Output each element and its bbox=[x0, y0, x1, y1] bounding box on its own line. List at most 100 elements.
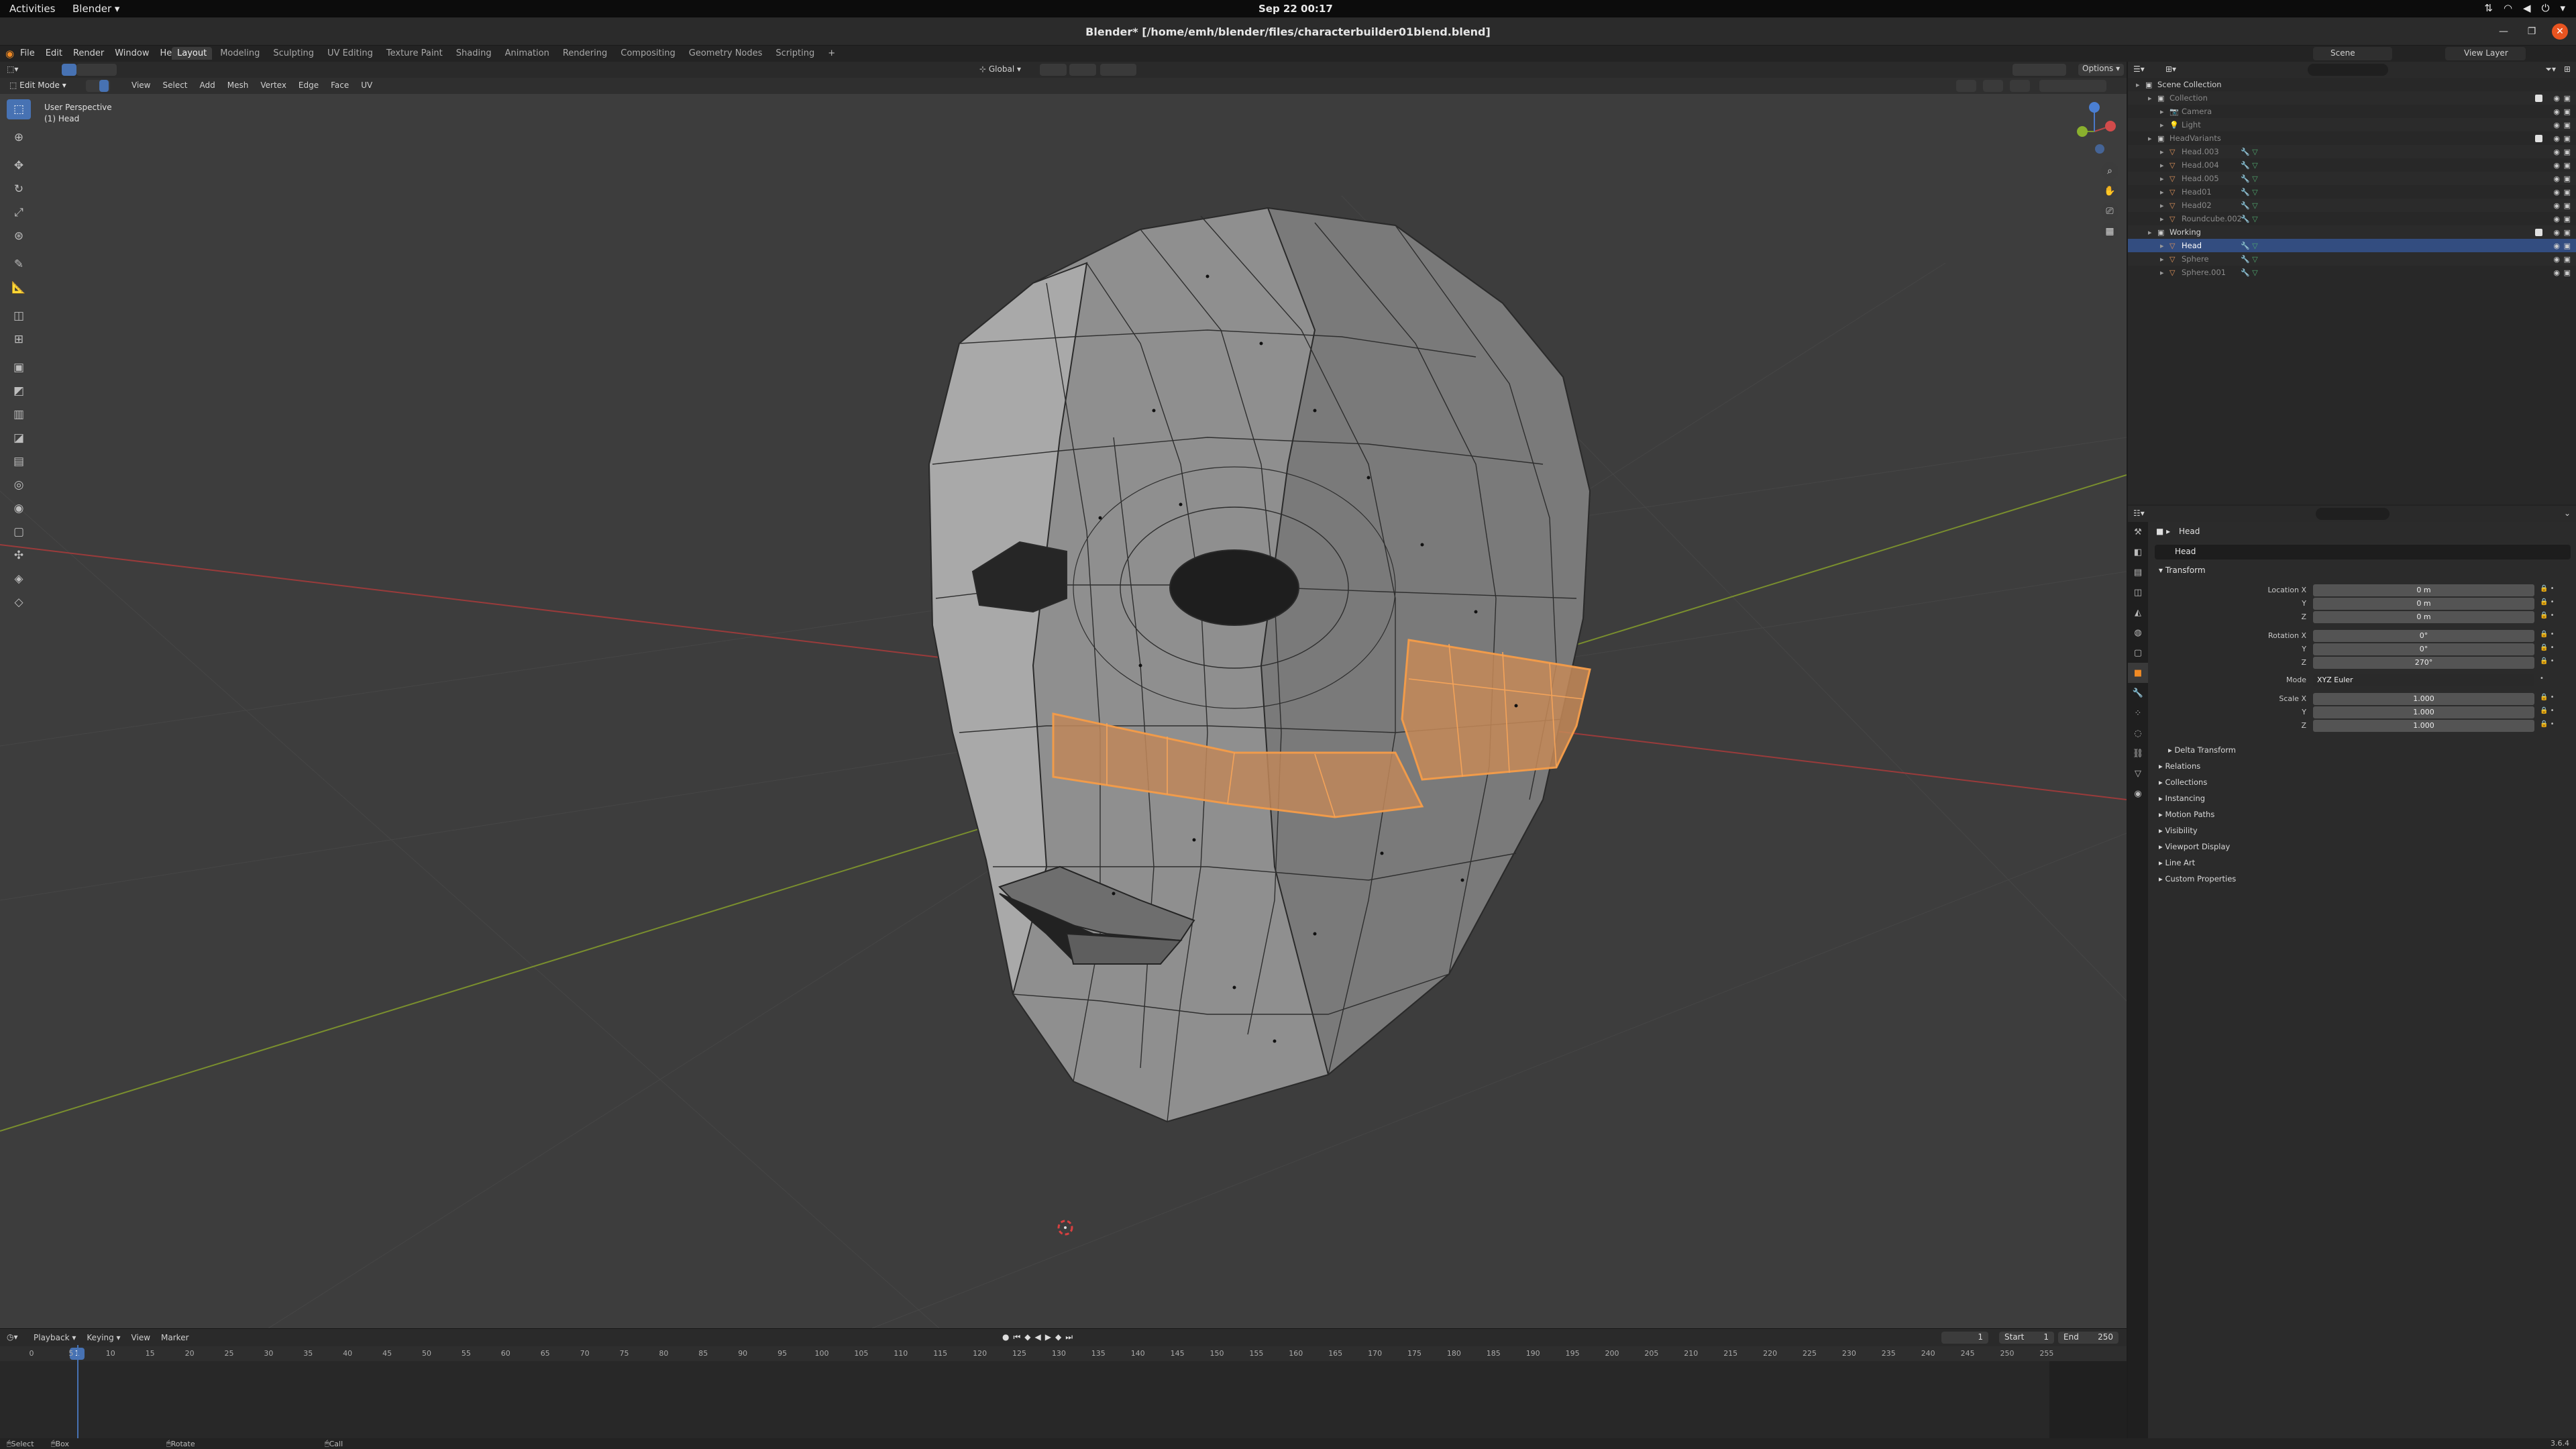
modifier-icon[interactable]: 🔧 ▽ bbox=[2241, 255, 2258, 264]
expand-arrow-icon[interactable]: ▸ bbox=[2160, 188, 2164, 197]
keyframe-icon[interactable]: 🔒 • bbox=[2540, 720, 2555, 728]
record-icon[interactable]: ● bbox=[1002, 1332, 1009, 1342]
render-camera-icon[interactable]: ▣ bbox=[2564, 94, 2571, 103]
keyframe-icon[interactable]: 🔒 • bbox=[2540, 707, 2555, 714]
outliner-editor-type-icon[interactable]: ☰▾ bbox=[2133, 64, 2145, 74]
properties-editor[interactable]: ☷▾ ⌄ ⚒ ◧ ▤ ◫ ◭ ◍ ▢ ■ 🔧 ⁘ ◌ ⛓ ▽ ◉ ■ ▸ Hea… bbox=[2128, 506, 2576, 1438]
add-workspace-button[interactable]: + bbox=[822, 47, 841, 60]
scale-x-field[interactable]: 1.000 bbox=[2313, 693, 2534, 705]
pivot-point-selector[interactable] bbox=[1040, 64, 1067, 76]
tab-scripting[interactable]: Scripting bbox=[770, 47, 820, 60]
menu-edit[interactable]: Edit bbox=[46, 48, 62, 58]
properties-search-input[interactable] bbox=[2316, 508, 2390, 520]
exclude-checkbox[interactable] bbox=[2535, 228, 2542, 236]
viewport-menu-view[interactable]: View bbox=[131, 80, 150, 90]
scale-y-field[interactable]: 1.000 bbox=[2313, 706, 2534, 718]
pan-view-icon[interactable]: ✋ bbox=[2101, 182, 2118, 200]
render-camera-icon[interactable]: ▣ bbox=[2564, 201, 2571, 210]
shrink-fatten-tool-icon[interactable]: ✣ bbox=[7, 545, 31, 566]
render-camera-icon[interactable]: ▣ bbox=[2564, 268, 2571, 277]
prev-keyframe-icon[interactable]: ◆ bbox=[1024, 1332, 1030, 1342]
head-mesh[interactable] bbox=[928, 207, 1591, 1123]
outliner-row[interactable]: ▸ 💡 Light ◉ ▣ bbox=[2128, 118, 2576, 131]
expand-arrow-icon[interactable]: ▸ bbox=[2160, 255, 2164, 264]
shading-modes[interactable] bbox=[2039, 80, 2106, 92]
playhead-line[interactable] bbox=[77, 1345, 78, 1439]
panel-instancing[interactable]: ▸ Instancing bbox=[2152, 790, 2572, 806]
loop-cut-tool-icon[interactable]: ▥ bbox=[7, 405, 31, 425]
tab-animation[interactable]: Animation bbox=[500, 47, 555, 60]
panel-line-art[interactable]: ▸ Line Art bbox=[2152, 855, 2572, 871]
mode-selector[interactable]: ⬚ Edit Mode ▾ bbox=[9, 80, 66, 90]
filter-icon[interactable]: ⏷▾ bbox=[2545, 64, 2556, 74]
modifier-icon[interactable]: 🔧 ▽ bbox=[2241, 241, 2258, 250]
play-icon[interactable]: ▶ bbox=[1045, 1332, 1051, 1342]
viewport-menu-add[interactable]: Add bbox=[200, 80, 215, 90]
tab-sculpting[interactable]: Sculpting bbox=[268, 47, 319, 60]
select-modes[interactable] bbox=[76, 64, 117, 76]
rotate-tool-icon[interactable]: ↻ bbox=[7, 179, 31, 199]
add-cube-tool-icon[interactable]: ◫ bbox=[7, 306, 31, 326]
view-layer-tab-icon[interactable]: ◫ bbox=[2128, 582, 2148, 602]
viewport-menu-vertex[interactable]: Vertex bbox=[260, 80, 286, 90]
expand-arrow-icon[interactable]: ▸ bbox=[2160, 241, 2164, 250]
timeline-track-area[interactable] bbox=[0, 1361, 2127, 1439]
timeline-editor[interactable]: ◷▾ Playback ▾ Keying ▾ View Marker ● ⏮ ◆ ◀ … bbox=[0, 1328, 2127, 1439]
smooth-tool-icon[interactable]: ◉ bbox=[7, 498, 31, 519]
visibility-eye-icon[interactable]: ◉ bbox=[2553, 174, 2560, 183]
menu-render[interactable]: Render bbox=[73, 48, 104, 58]
viewport-toggles[interactable] bbox=[2012, 64, 2066, 76]
tool-tab-icon[interactable]: ⚒ bbox=[2128, 522, 2148, 542]
collection-tab-icon[interactable]: ▢ bbox=[2128, 643, 2148, 663]
keyframe-icon[interactable]: • bbox=[2540, 675, 2544, 682]
camera-view-icon[interactable]: ⎚ bbox=[2101, 203, 2118, 220]
panel-motion-paths[interactable]: ▸ Motion Paths bbox=[2152, 806, 2572, 822]
jump-end-icon[interactable]: ⏭ bbox=[1065, 1332, 1073, 1342]
viewport-menu-uv[interactable]: UV bbox=[361, 80, 372, 90]
current-frame-field[interactable]: 1 bbox=[1941, 1332, 1988, 1344]
outliner-row[interactable]: ▸ ▽ Head.005 🔧 ▽ ◉ ▣ bbox=[2128, 172, 2576, 185]
modifier-icon[interactable]: 🔧 ▽ bbox=[2241, 174, 2258, 183]
viewport-menu-face[interactable]: Face bbox=[331, 80, 349, 90]
outliner-row[interactable]: ▸ ▽ Head.003 🔧 ▽ ◉ ▣ bbox=[2128, 145, 2576, 158]
keyframe-icon[interactable]: 🔒 • bbox=[2540, 644, 2555, 651]
material-tab-icon[interactable]: ◉ bbox=[2128, 784, 2148, 804]
expand-arrow-icon[interactable]: ▸ bbox=[2148, 94, 2152, 103]
exclude-checkbox[interactable] bbox=[2535, 134, 2542, 142]
app-menu[interactable]: Blender ▾ bbox=[72, 3, 119, 15]
3d-viewport[interactable]: ⬚▾ ⊹ Global ▾ Options ▾ ⬚ Edit Mode ▾ Vi… bbox=[0, 62, 2127, 1328]
select-mode-button[interactable] bbox=[62, 64, 76, 76]
transform-tool-icon[interactable]: ⊛ bbox=[7, 226, 31, 246]
render-camera-icon[interactable]: ▣ bbox=[2564, 174, 2571, 183]
outliner-row[interactable]: ▸ 📷 Camera ◉ ▣ bbox=[2128, 105, 2576, 118]
tab-rendering[interactable]: Rendering bbox=[557, 47, 612, 60]
object-name-field[interactable]: Head bbox=[2155, 545, 2571, 559]
particles-tab-icon[interactable]: ⁘ bbox=[2128, 703, 2148, 723]
expand-arrow-icon[interactable]: ▸ bbox=[2160, 268, 2164, 277]
render-camera-icon[interactable]: ▣ bbox=[2564, 161, 2571, 170]
expand-arrow-icon[interactable]: ▸ bbox=[2160, 121, 2164, 129]
tab-uv-editing[interactable]: UV Editing bbox=[322, 47, 378, 60]
properties-editor-type-icon[interactable]: ☷▾ bbox=[2133, 508, 2145, 518]
object-tab-icon[interactable]: ■ bbox=[2128, 663, 2148, 683]
visibility-eye-icon[interactable]: ◉ bbox=[2553, 228, 2560, 237]
render-camera-icon[interactable]: ▣ bbox=[2564, 255, 2571, 264]
visibility-eye-icon[interactable]: ◉ bbox=[2553, 255, 2560, 264]
face-select-mode[interactable] bbox=[99, 80, 109, 92]
editor-type-icon[interactable]: ⬚▾ bbox=[7, 64, 18, 74]
location-y-field[interactable]: 0 m bbox=[2313, 598, 2534, 610]
tab-modeling[interactable]: Modeling bbox=[215, 47, 265, 60]
keyframe-icon[interactable]: 🔒 • bbox=[2540, 598, 2555, 606]
maximize-icon[interactable]: ❐ bbox=[2524, 23, 2540, 40]
location-x-field[interactable]: 0 m bbox=[2313, 584, 2534, 596]
constraints-tab-icon[interactable]: ⛓ bbox=[2128, 743, 2148, 763]
expand-arrow-icon[interactable]: ▸ bbox=[2136, 80, 2140, 89]
keyframe-icon[interactable]: 🔒 • bbox=[2540, 694, 2555, 701]
edge-slide-tool-icon[interactable]: ▢ bbox=[7, 522, 31, 542]
visibility-eye-icon[interactable]: ◉ bbox=[2553, 161, 2560, 170]
visibility-eye-icon[interactable]: ◉ bbox=[2553, 134, 2560, 143]
navigation-gizmo[interactable] bbox=[2077, 102, 2116, 154]
overlay-toggle[interactable] bbox=[2010, 80, 2030, 92]
render-camera-icon[interactable]: ▣ bbox=[2564, 121, 2571, 129]
jump-start-icon[interactable]: ⏮ bbox=[1013, 1332, 1020, 1342]
